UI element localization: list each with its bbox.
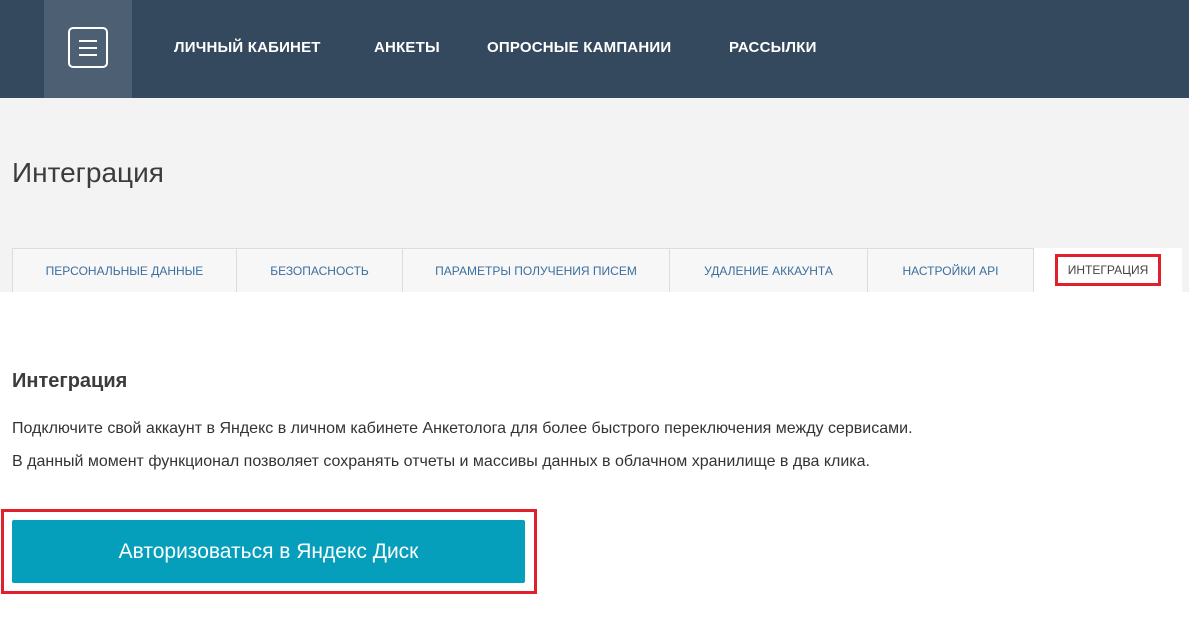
tab-label: ПЕРСОНАЛЬНЫЕ ДАННЫЕ [45, 263, 204, 278]
description-paragraph: Подключите свой аккаунт в Яндекс в лично… [12, 420, 913, 437]
description-paragraph: В данный момент функционал позволяет сох… [12, 453, 870, 470]
tab-email-settings[interactable]: ПАРАМЕТРЫ ПОЛУЧЕНИЯ ПИСЕМ [403, 248, 670, 292]
nav-link-mailings[interactable]: РАССЫЛКИ [729, 39, 817, 56]
nav-link-personal-account[interactable]: ЛИЧНЫЙ КАБИНЕТ [174, 39, 321, 56]
nav-link-survey-campaigns[interactable]: ОПРОСНЫЕ КАМПАНИИ [487, 39, 671, 56]
tab-label: НАСТРОЙКИ API [902, 263, 999, 278]
hamburger-menu-icon[interactable] [68, 27, 108, 68]
tab-label: ПАРАМЕТРЫ ПОЛУЧЕНИЯ ПИСЕМ [435, 263, 637, 278]
tab-security[interactable]: БЕЗОПАСНОСТЬ [237, 248, 403, 292]
settings-tabs: ПЕРСОНАЛЬНЫЕ ДАННЫЕ БЕЗОПАСНОСТЬ ПАРАМЕТ… [12, 248, 1182, 292]
top-navigation-bar: ЛИЧНЫЙ КАБИНЕТ АНКЕТЫ ОПРОСНЫЕ КАМПАНИИ … [0, 0, 1189, 98]
section-title: Интеграция [12, 370, 128, 392]
tab-api-settings[interactable]: НАСТРОЙКИ API [868, 248, 1034, 292]
tab-personal-data[interactable]: ПЕРСОНАЛЬНЫЕ ДАННЫЕ [12, 248, 237, 292]
tab-label: БЕЗОПАСНОСТЬ [270, 263, 369, 278]
tab-label: УДАЛЕНИЕ АККАУНТА [704, 263, 833, 278]
authorize-yandex-disk-button[interactable]: Авторизоваться в Яндекс Диск [12, 520, 525, 583]
tab-label: ИНТЕГРАЦИЯ [1054, 254, 1162, 286]
tab-delete-account[interactable]: УДАЛЕНИЕ АККАУНТА [670, 248, 868, 292]
page-title: Интеграция [12, 157, 164, 188]
nav-link-surveys[interactable]: АНКЕТЫ [374, 39, 440, 56]
menu-cell [44, 0, 132, 98]
tab-integration[interactable]: ИНТЕГРАЦИЯ [1034, 248, 1182, 292]
